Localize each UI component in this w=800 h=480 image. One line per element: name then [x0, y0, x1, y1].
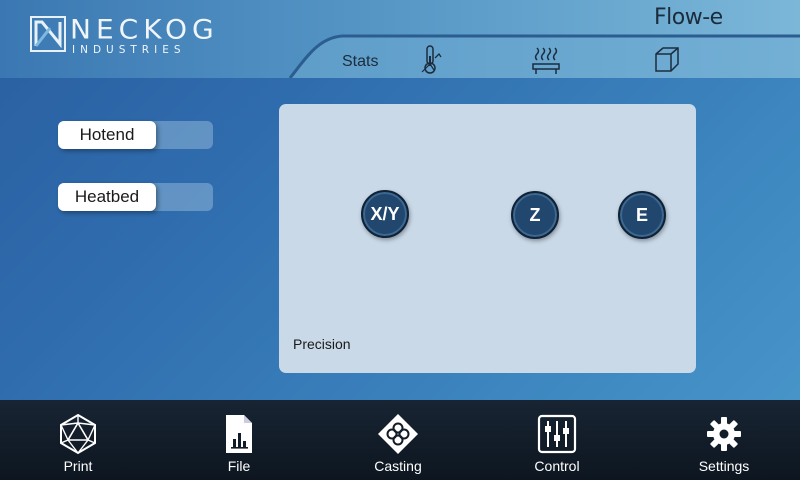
precision-label: Precision — [293, 336, 351, 352]
casting-icon — [378, 414, 418, 454]
axis-e-button[interactable]: E — [618, 191, 666, 239]
nav-casting[interactable]: Casting — [343, 400, 453, 480]
heatbed-toggle[interactable]: Heatbed — [58, 183, 213, 211]
nav-print[interactable]: Print — [23, 400, 133, 480]
hotend-toggle-label[interactable]: Hotend — [58, 121, 156, 149]
bottom-nav: Print File Casting Control Settings — [0, 400, 800, 480]
axis-z-button[interactable]: Z — [511, 191, 559, 239]
company-logo: NECKOG INDUSTRIES — [30, 16, 219, 56]
icosahedron-icon — [60, 413, 96, 455]
axis-xy-button[interactable]: X/Y — [361, 190, 409, 238]
nav-settings[interactable]: Settings — [669, 400, 779, 480]
cube-icon[interactable] — [653, 44, 681, 76]
nav-control[interactable]: Control — [502, 400, 612, 480]
logo-mark-icon — [30, 16, 66, 52]
nav-control-label: Control — [534, 458, 580, 474]
nav-settings-label: Settings — [698, 458, 750, 474]
hotend-toggle[interactable]: Hotend — [58, 121, 213, 149]
tab-stats[interactable]: Stats — [342, 53, 378, 71]
app-name: Flow-e — [654, 5, 723, 30]
nav-file[interactable]: File — [184, 400, 294, 480]
movement-panel: X/Y Z E Precision — [279, 104, 696, 373]
gear-icon — [707, 417, 741, 451]
logo-subtitle: INDUSTRIES — [72, 44, 186, 56]
thermometer-icon[interactable] — [420, 44, 444, 76]
heatbed-toggle-label[interactable]: Heatbed — [58, 183, 156, 211]
heatbed-icon[interactable] — [531, 44, 561, 76]
sliders-icon — [537, 414, 577, 454]
file-chart-icon — [226, 415, 252, 453]
logo-name: NECKOG — [70, 13, 219, 46]
nav-casting-label: Casting — [374, 458, 422, 474]
nav-print-label: Print — [63, 458, 93, 474]
nav-file-label: File — [227, 458, 251, 474]
